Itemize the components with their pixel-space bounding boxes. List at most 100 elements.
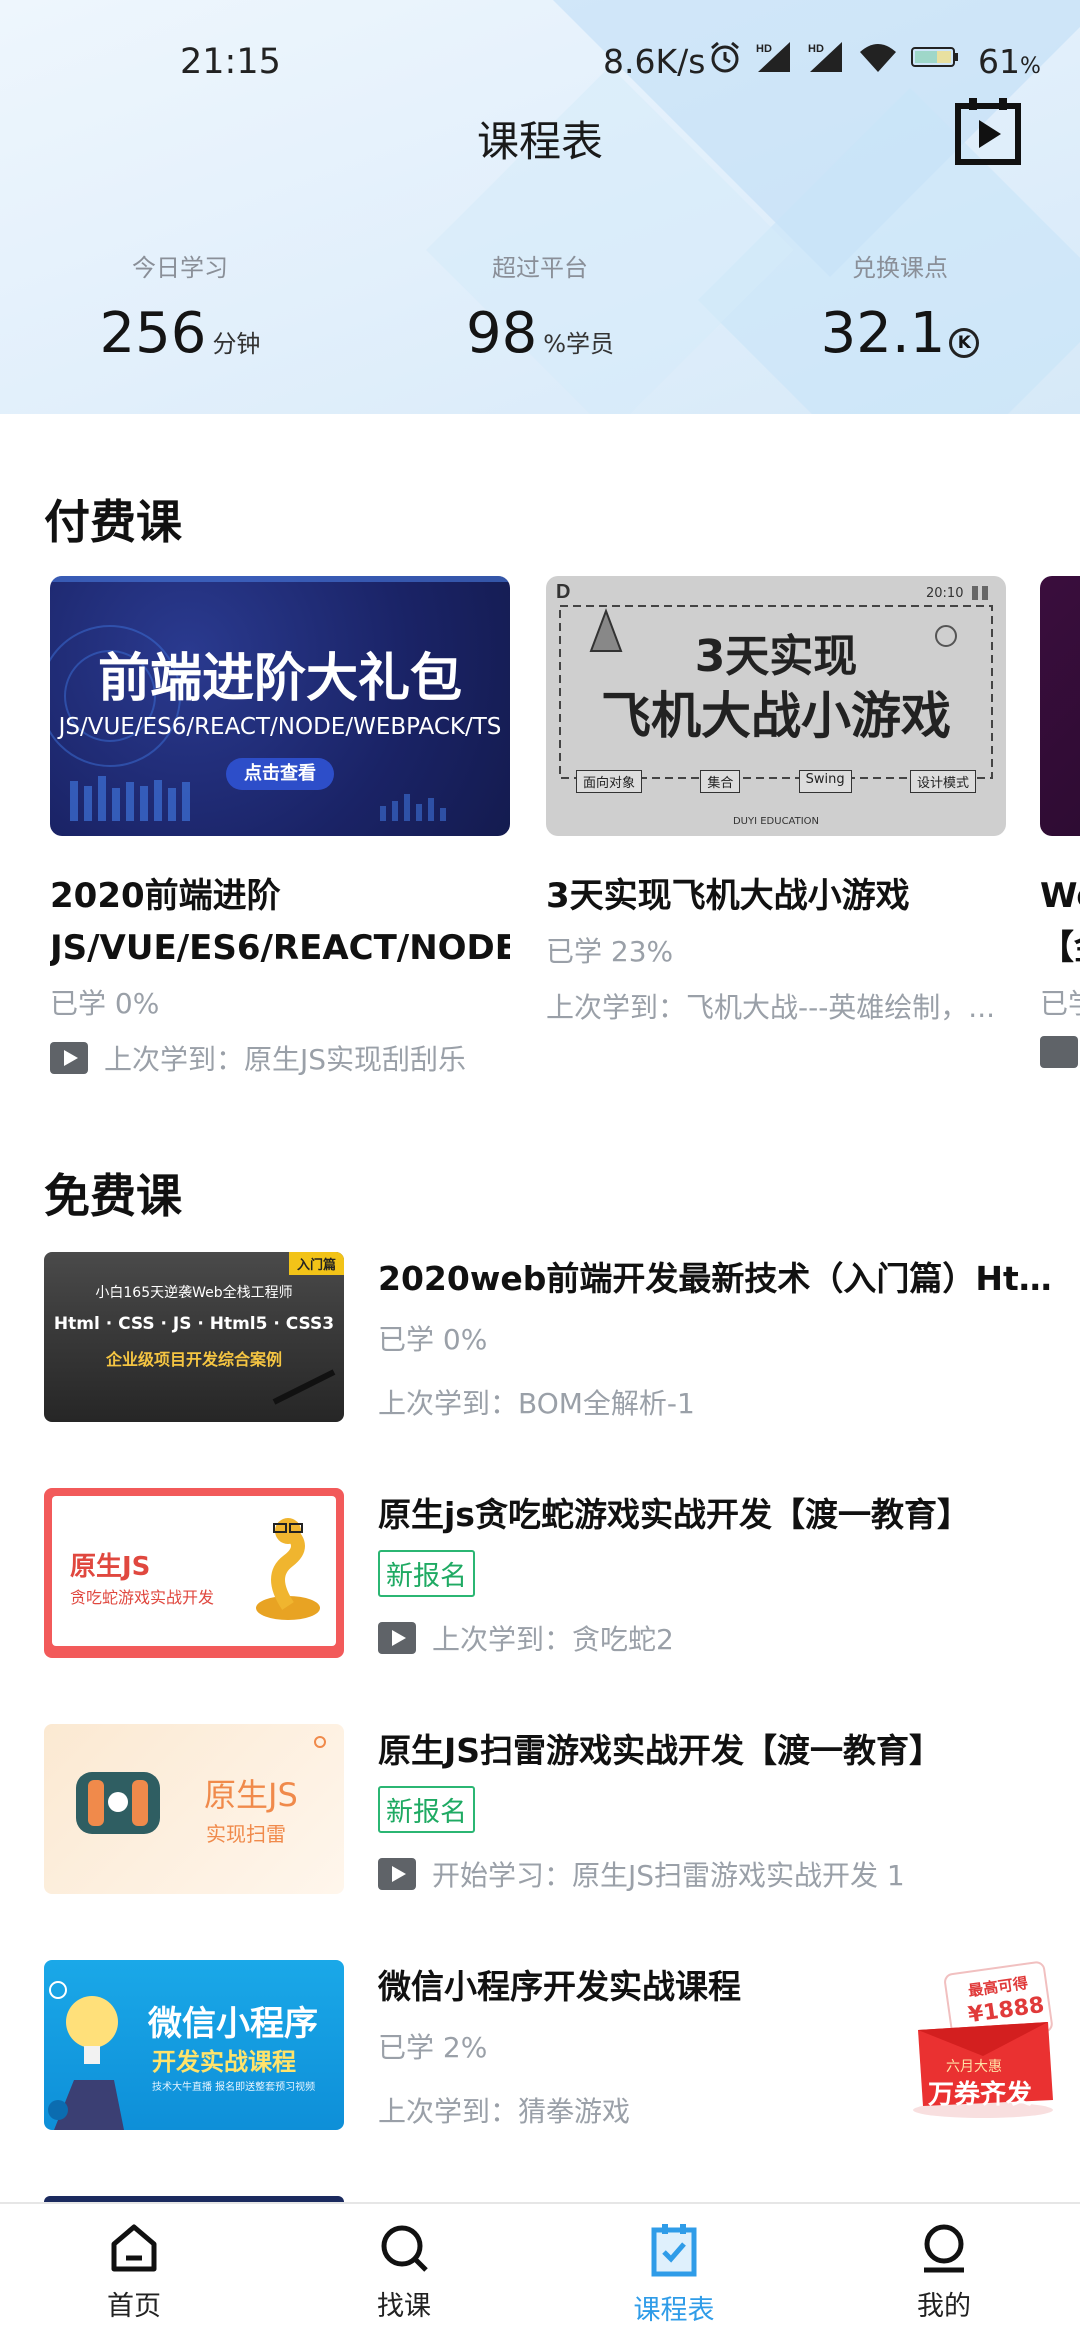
play-history-icon[interactable] (955, 96, 1021, 166)
stat-surpass: 超过平台 98 %学员 (390, 248, 690, 366)
course-thumbnail: 入门篇 小白165天逆袭Web全栈工程师 Html · CSS · JS · H… (44, 1252, 344, 1422)
thumbnail-art (76, 1736, 326, 1834)
free-section-title: 免费课 (44, 1169, 182, 1223)
thumbnail-title: 前端进阶大礼包 (97, 649, 462, 709)
thumbnail-tag: 面向对象 (576, 770, 643, 793)
status-bar: 21:15 8.6K/s HD HD 61% (0, 0, 1080, 120)
course-thumbnail: 原生JS 贪吃蛇游戏实战开发 (44, 1488, 344, 1658)
paid-course-card[interactable]: D 20:10 3天实现 飞机大战小游戏 面向对象 集合 Swing 设计模式 … (546, 576, 1006, 1026)
thumbnail-button: 点击查看 (226, 758, 334, 790)
stat-label: 超过平台 (492, 254, 588, 282)
stat-label: 兑换课点 (852, 254, 948, 282)
svg-text:HD: HD (808, 43, 824, 55)
thumbnail-small: 技术大牛直播 报名即送整套预习视频 (152, 2082, 316, 2093)
course-last-watched: 上次学到：贪吃蛇2 (378, 1618, 674, 1658)
thumbnail-title: 微信小程序 (148, 2004, 318, 2044)
stat-value-row: 256 分钟 (30, 301, 330, 366)
course-name: 3天实现飞机大战小游戏 (546, 876, 910, 916)
paid-course-card[interactable]: 前端进阶大礼包 JS/VUE/ES6/REACT/NODE/WEBPACK/TS… (50, 576, 510, 1078)
schedule-icon (651, 2224, 697, 2277)
course-progress: 已学 0% (50, 987, 160, 1020)
thumbnail-inner: 原生JS 贪吃蛇游戏实战开发 (52, 1496, 336, 1646)
thumbnail-tags: 面向对象 集合 Swing 设计模式 (576, 770, 976, 793)
battery-icon (911, 47, 958, 67)
thumbnail-title: 3天实现 (694, 631, 858, 682)
battery-text: 61% (978, 42, 1041, 81)
course-thumbnail (1040, 576, 1080, 836)
k-coin-icon: K (949, 328, 980, 358)
thumbnail-footer: DUYI EDUCATION (732, 816, 820, 827)
alarm-icon (711, 41, 739, 73)
thumbnail-pen-art (272, 1369, 336, 1405)
signal-icon: HD (808, 42, 842, 72)
course-progress: 已学 23% (546, 935, 674, 968)
status-time: 21:15 (180, 42, 281, 82)
play-icon (50, 1042, 88, 1074)
thumbnail-title: 飞机大战小游戏 (601, 687, 951, 745)
nav-label: 找课 (377, 2291, 431, 2322)
nav-label: 课程表 (633, 2295, 715, 2326)
thumbnail-subtitle: 贪吃蛇游戏实战开发 (70, 1588, 215, 1607)
course-progress: 已学 (1040, 987, 1080, 1020)
nav-item-mine[interactable]: 我的 (844, 2222, 1044, 2323)
status-net-speed: 8.6K/s (603, 42, 706, 81)
thumbnail-subtitle: 实现扫雷 (206, 1822, 286, 1846)
snake-illustration (256, 1518, 320, 1620)
wifi-icon (860, 44, 896, 72)
course-thumbnail: 前端进阶大礼包 JS/VUE/ES6/REACT/NODE/WEBPACK/TS… (50, 576, 510, 836)
paid-section-title: 付费课 (44, 495, 182, 549)
home-icon (111, 2224, 157, 2272)
stat-label: 今日学习 (132, 254, 228, 282)
course-name: 原生js贪吃蛇游戏实战开发【渡一教育】 (378, 1495, 970, 1534)
last-watched-text: 上次学到：原生JS实现刮刮乐 (104, 1043, 467, 1076)
play-icon (378, 1622, 416, 1654)
nav-item-schedule[interactable]: 课程表 (574, 2222, 774, 2327)
paid-course-card-partial[interactable]: We 【金 已学 (1040, 576, 1080, 1096)
thumbnail-subtitle: JS/VUE/ES6/REACT/NODE/WEBPACK/TS (58, 714, 502, 740)
last-watched-text: 上次学到：贪吃蛇2 (432, 1623, 674, 1656)
course-badge-wrap: 新报名 (378, 1786, 475, 1833)
course-name-line2: 【金 (1040, 928, 1080, 968)
battery-percent: 61 (978, 42, 1020, 81)
header: 21:15 8.6K/s HD HD 61% 课程表 今日学习 256 分钟 超… (0, 0, 1080, 414)
thumbnail-title: 原生JS (70, 1552, 151, 1582)
course-start-study: 开始学习：原生JS扫雷游戏实战开发 1 (378, 1854, 905, 1894)
stat-value-row: 98 %学员 (390, 301, 690, 366)
new-enrollment-badge: 新报名 (378, 1550, 475, 1597)
profile-icon (924, 2224, 964, 2273)
course-last-watched: 上次学到：BOM全解析-1 (378, 1387, 695, 1420)
start-study-text: 开始学习：原生JS扫雷游戏实战开发 1 (432, 1859, 905, 1892)
course-thumbnail: D 20:10 3天实现 飞机大战小游戏 面向对象 集合 Swing 设计模式 … (546, 576, 1006, 836)
stat-value-row: 32.1 K (750, 301, 1050, 366)
stat-value: 98 (465, 301, 538, 366)
thumbnail-tag: Swing (798, 770, 852, 793)
thumbnail-subtitle: 开发实战课程 (152, 2048, 296, 2076)
course-name: 2020web前端开发最新技术（入门篇）Htm… (378, 1259, 1078, 1298)
search-icon (381, 2225, 428, 2272)
page-title: 课程表 (476, 117, 603, 166)
thumbnail-tag: 设计模式 (909, 770, 976, 793)
stat-points[interactable]: 兑换课点 32.1 K (750, 248, 1050, 366)
free-course-row[interactable]: 原生JS 贪吃蛇游戏实战开发 原生js贪吃蛇游戏实战开发【渡一教育】 新报名 上… (44, 1488, 1044, 1660)
course-last-watched: 上次学到：飞机大战---英雄绘制，... (546, 991, 996, 1024)
promo-coupon-widget[interactable]: 最高可得 ¥1888 六月大惠 万券齐发 (888, 1960, 1078, 2120)
thumbnail-tag: 集合 (700, 770, 741, 793)
course-progress: 已学 0% (378, 1323, 488, 1356)
course-last-watched: 上次学到：猜拳游戏 (378, 2095, 631, 2128)
course-progress: 已学 2% (378, 2031, 488, 2064)
stat-value: 256 (99, 301, 207, 366)
play-icon (378, 1858, 416, 1890)
nav-label: 首页 (107, 2291, 161, 2322)
svg-text:D: D (556, 581, 570, 603)
free-course-row[interactable]: 原生JS 实现扫雷 原生JS扫雷游戏实战开发【渡一教育】 新报名 开始学习：原生… (44, 1724, 1044, 1896)
nav-item-find-course[interactable]: 找课 (304, 2222, 504, 2323)
thumbnail-title: 原生JS (204, 1776, 298, 1814)
course-name: 原生JS扫雷游戏实战开发【渡一教育】 (378, 1731, 943, 1770)
course-name: We (1040, 876, 1080, 916)
course-thumbnail: 微信小程序 开发实战课程 技术大牛直播 报名即送整套预习视频 (44, 1960, 344, 2130)
free-course-row[interactable]: 入门篇 小白165天逆袭Web全栈工程师 Html · CSS · JS · H… (44, 1252, 1078, 1424)
stat-unit: 分钟 (212, 330, 261, 358)
course-name: 2020前端进阶JS/VUE/ES6/REACT/NODE/WEBPACK/… (50, 876, 510, 968)
nav-item-home[interactable]: 首页 (34, 2222, 234, 2323)
status-icons: HD HD (708, 40, 972, 74)
